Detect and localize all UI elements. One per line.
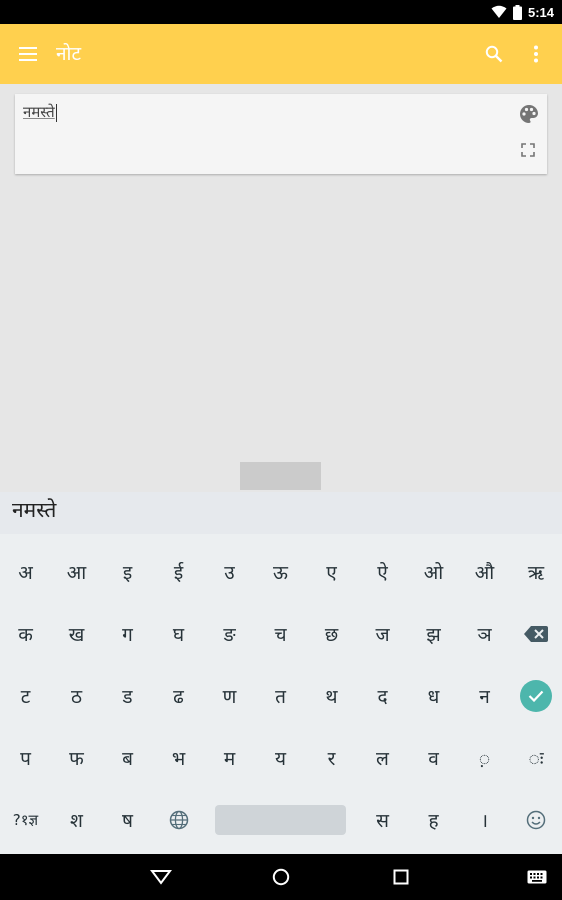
key[interactable]: छ <box>306 603 357 665</box>
keyboard: अ आ इ ई उ ऊ ए ऐ ओ औ ऋ क ख ग घ ङ च छ ज झ … <box>0 534 562 854</box>
back-button[interactable] <box>148 864 174 890</box>
suggestion-word[interactable]: नमस्ते <box>12 496 56 524</box>
key[interactable]: ष <box>102 789 153 851</box>
key[interactable]: ख <box>51 603 102 665</box>
key[interactable]: क <box>0 603 51 665</box>
backspace-icon <box>524 626 548 642</box>
danda-key[interactable]: । <box>459 789 510 851</box>
key[interactable]: ऊ <box>255 541 306 603</box>
space-bar[interactable] <box>215 805 346 835</box>
key[interactable]: ग <box>102 603 153 665</box>
key[interactable]: ञ <box>459 603 510 665</box>
key[interactable]: ध <box>408 665 459 727</box>
battery-icon <box>512 4 522 20</box>
recents-square-icon <box>393 869 409 885</box>
key[interactable]: उ <box>204 541 255 603</box>
text-cursor <box>55 103 57 122</box>
symbols-key[interactable]: ?१ज्ञ <box>0 789 51 851</box>
home-circle-icon <box>272 868 290 886</box>
key[interactable]: द <box>357 665 408 727</box>
key[interactable]: थ <box>306 665 357 727</box>
search-icon <box>485 45 503 63</box>
key[interactable]: ब <box>102 727 153 789</box>
more-options-button[interactable] <box>522 40 550 68</box>
keyboard-drag-handle[interactable] <box>240 462 321 490</box>
enter-button-circle <box>520 680 552 712</box>
key[interactable]: अ <box>0 541 51 603</box>
keyboard-icon <box>527 870 547 884</box>
key[interactable]: इ <box>102 541 153 603</box>
note-card[interactable]: नमस्ते <box>15 94 547 174</box>
enter-key[interactable] <box>510 665 562 727</box>
home-button[interactable] <box>268 864 294 890</box>
key[interactable]: म <box>204 727 255 789</box>
key[interactable]: ढ <box>153 665 204 727</box>
key[interactable]: ल <box>357 727 408 789</box>
page-title: नोट <box>56 43 82 65</box>
fullscreen-button[interactable] <box>521 142 537 158</box>
menu-button[interactable] <box>14 40 42 68</box>
key[interactable]: न <box>459 665 510 727</box>
key[interactable]: ज <box>357 603 408 665</box>
clock: 5:14 <box>527 4 554 20</box>
nukta-key[interactable]: ़ <box>459 727 510 789</box>
menu-icon <box>19 47 37 61</box>
key[interactable]: ट <box>0 665 51 727</box>
note-text-field[interactable]: नमस्ते <box>23 102 57 122</box>
key-row-2: क ख ग घ ङ च छ ज झ ञ <box>0 603 562 665</box>
key[interactable]: फ <box>51 727 102 789</box>
key[interactable]: ऐ <box>357 541 408 603</box>
key[interactable]: श <box>51 789 102 851</box>
emoji-key[interactable] <box>510 789 562 851</box>
key[interactable]: ई <box>153 541 204 603</box>
key[interactable]: झ <box>408 603 459 665</box>
key[interactable]: ऋ <box>510 541 562 603</box>
key[interactable]: प <box>0 727 51 789</box>
key-row-4: प फ ब भ म य र ल व ़ ः <box>0 727 562 789</box>
key[interactable]: आ <box>51 541 102 603</box>
key[interactable]: ह <box>408 789 459 851</box>
search-button[interactable] <box>480 40 508 68</box>
recents-button[interactable] <box>388 864 414 890</box>
navigation-bar <box>0 854 562 900</box>
key[interactable]: ठ <box>51 665 102 727</box>
check-icon <box>528 690 544 702</box>
language-key[interactable] <box>153 789 204 851</box>
key[interactable]: च <box>255 603 306 665</box>
palette-icon <box>520 105 538 123</box>
key[interactable]: र <box>306 727 357 789</box>
key[interactable]: स <box>357 789 408 851</box>
key[interactable]: व <box>408 727 459 789</box>
key[interactable]: ङ <box>204 603 255 665</box>
switch-keyboard-button[interactable] <box>524 864 550 890</box>
backspace-key[interactable] <box>510 603 562 665</box>
key-row-1: अ आ इ ई उ ऊ ए ऐ ओ औ ऋ <box>0 541 562 603</box>
key[interactable]: भ <box>153 727 204 789</box>
key[interactable]: घ <box>153 603 204 665</box>
visarga-key[interactable]: ः <box>510 727 562 789</box>
more-vert-icon <box>534 45 538 63</box>
note-text: नमस्ते <box>23 103 55 121</box>
color-palette-button[interactable] <box>519 104 539 124</box>
status-icons: 5:14 <box>491 0 554 24</box>
suggestion-bar: नमस्ते <box>0 492 562 534</box>
back-triangle-icon <box>150 870 172 885</box>
key[interactable]: औ <box>459 541 510 603</box>
globe-icon <box>169 810 188 830</box>
key[interactable]: य <box>255 727 306 789</box>
key[interactable]: ड <box>102 665 153 727</box>
key[interactable]: त <box>255 665 306 727</box>
fullscreen-icon <box>521 143 535 157</box>
app-bar: नोट <box>0 24 562 84</box>
key[interactable]: ण <box>204 665 255 727</box>
wifi-icon <box>491 5 507 18</box>
key[interactable]: ए <box>306 541 357 603</box>
key[interactable]: ओ <box>408 541 459 603</box>
key-row-3: ट ठ ड ढ ण त थ द ध न <box>0 665 562 727</box>
status-bar: 5:14 <box>0 0 562 24</box>
emoji-icon <box>526 810 546 830</box>
